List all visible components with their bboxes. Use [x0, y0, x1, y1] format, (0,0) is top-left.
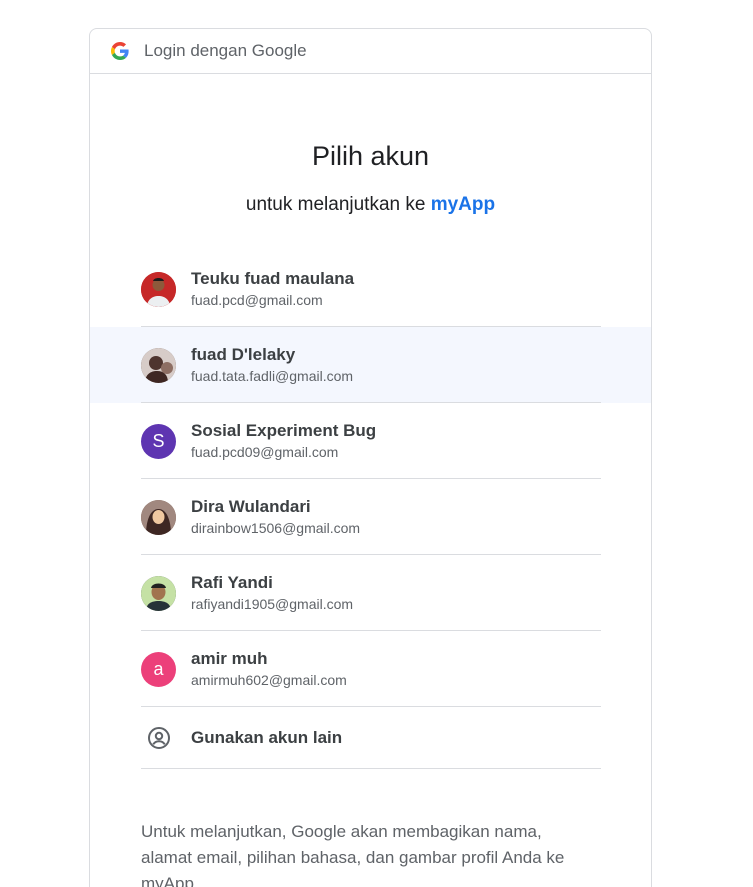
avatar: [141, 499, 176, 535]
account-item[interactable]: a amir muh amirmuh602@gmail.com: [90, 631, 651, 707]
card-header: Login dengan Google: [90, 29, 651, 74]
account-list: Teuku fuad maulana fuad.pcd@gmail.com fu…: [90, 251, 651, 769]
page-subtitle: untuk melanjutkan ke myApp: [90, 194, 651, 216]
person-photo-icon: [141, 575, 176, 611]
subtitle-prefix: untuk melanjutkan ke: [245, 194, 426, 215]
account-item[interactable]: fuad D'lelaky fuad.tata.fadli@gmail.com: [90, 327, 651, 403]
google-logo-icon: [111, 42, 129, 60]
account-circle-icon: [141, 721, 176, 756]
avatar: [141, 271, 176, 307]
account-email: dirainbow1506@gmail.com: [191, 520, 361, 536]
account-email: rafiyandi1905@gmail.com: [191, 596, 354, 612]
account-item[interactable]: Dira Wulandari dirainbow1506@gmail.com: [90, 479, 651, 555]
account-email: fuad.pcd@gmail.com: [191, 292, 323, 308]
person-photo-icon: [141, 347, 176, 383]
use-another-account-label: Gunakan akun lain: [191, 728, 343, 747]
avatar: S: [141, 423, 176, 459]
use-another-account-button[interactable]: Gunakan akun lain: [90, 707, 651, 769]
account-name: Rafi Yandi: [191, 573, 273, 592]
account-name: amir muh: [191, 649, 268, 668]
avatar: [141, 347, 176, 383]
avatar-initial: a: [153, 658, 164, 679]
header-title: Login dengan Google: [144, 41, 307, 60]
account-item[interactable]: Teuku fuad maulana fuad.pcd@gmail.com: [90, 251, 651, 327]
account-name: Sosial Experiment Bug: [191, 421, 377, 440]
account-name: Teuku fuad maulana: [191, 269, 355, 288]
account-email: fuad.tata.fadli@gmail.com: [191, 368, 354, 384]
account-email: fuad.pcd09@gmail.com: [191, 444, 339, 460]
account-email: amirmuh602@gmail.com: [191, 672, 347, 688]
person-photo-icon: [141, 499, 176, 535]
login-card: Login dengan Google Pilih akun untuk mel…: [89, 28, 652, 887]
avatar: [141, 575, 176, 611]
app-name-link[interactable]: myApp: [431, 194, 495, 215]
avatar-initial: S: [152, 430, 165, 451]
account-item[interactable]: S Sosial Experiment Bug fuad.pcd09@gmail…: [90, 403, 651, 479]
page-title: Pilih akun: [311, 141, 430, 171]
account-item[interactable]: Rafi Yandi rafiyandi1905@gmail.com: [90, 555, 651, 631]
avatar: a: [141, 651, 176, 687]
person-photo-icon: [141, 271, 176, 307]
consent-text: Untuk melanjutkan, Google akan membagika…: [141, 822, 565, 887]
account-name: Dira Wulandari: [191, 497, 311, 516]
account-name: fuad D'lelaky: [191, 345, 296, 364]
